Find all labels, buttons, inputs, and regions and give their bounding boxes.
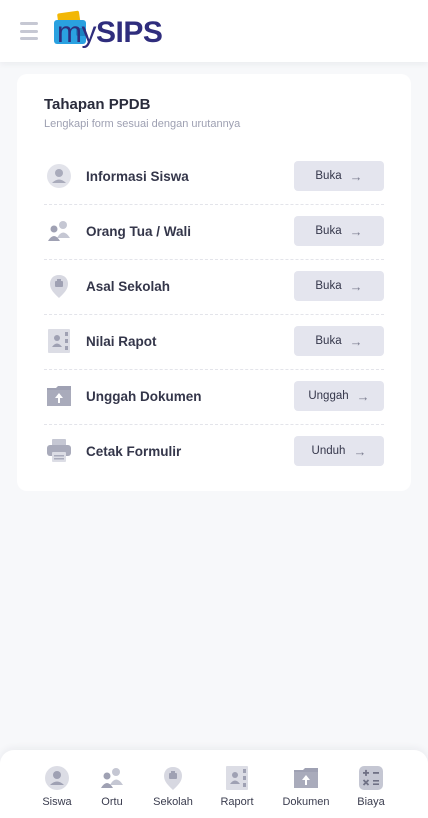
printer-icon [46, 438, 72, 464]
nav-label: Ortu [101, 796, 123, 808]
school-badge-icon [159, 764, 187, 792]
logo-my: my [57, 16, 97, 49]
arrow-right-icon: → [349, 278, 363, 294]
arrow-right-icon: → [349, 223, 363, 239]
nav-label: Dokumen [282, 796, 330, 808]
school-badge-icon [46, 273, 72, 299]
button-label: Buka [315, 170, 342, 182]
top-bar: mySIPS [0, 0, 428, 62]
step-label: Orang Tua / Wali [86, 224, 192, 239]
step-label: Nilai Rapot [86, 334, 157, 349]
ppdb-steps-card: Tahapan PPDB Lengkapi form sesuai dengan… [17, 74, 411, 491]
step-label: Unggah Dokumen [86, 389, 202, 404]
user-icon [46, 163, 72, 189]
logo-text: mySIPS [57, 16, 163, 50]
report-book-icon [223, 764, 251, 792]
nav-item-dokumen[interactable]: Dokumen [276, 764, 336, 812]
open-nilai-rapot-button[interactable]: Buka → [294, 326, 384, 356]
nav-item-raport[interactable]: Raport [207, 764, 267, 812]
upload-folder-icon [46, 383, 72, 409]
logo-sips: SIPS [96, 16, 163, 49]
button-label: Unggah [308, 390, 349, 402]
calculator-icon [357, 764, 385, 792]
card-subtitle: Lengkapi form sesuai dengan urutannya [44, 118, 241, 130]
button-label: Unduh [311, 445, 346, 457]
nav-label: Raport [220, 796, 254, 808]
step-label: Asal Sekolah [86, 279, 171, 294]
arrow-right-icon: → [353, 443, 367, 459]
button-label: Buka [315, 280, 342, 292]
unduh-formulir-button[interactable]: Unduh → [294, 436, 384, 466]
nav-label: Sekolah [153, 796, 193, 808]
nav-label: Biaya [357, 796, 385, 808]
user-icon [43, 764, 71, 792]
step-nilai-rapot: Nilai Rapot Buka → [44, 315, 384, 370]
hamburger-icon[interactable] [20, 22, 38, 40]
bottom-nav: Siswa Ortu Sekolah Raport Dokumen Biaya [0, 750, 428, 818]
upload-folder-icon [292, 764, 320, 792]
step-unggah-dokumen: Unggah Dokumen Unggah → [44, 370, 384, 425]
open-informasi-siswa-button[interactable]: Buka → [294, 161, 384, 191]
step-label: Cetak Formulir [86, 444, 182, 459]
step-asal-sekolah: Asal Sekolah Buka → [44, 260, 384, 315]
step-orang-tua-wali: Orang Tua / Wali Buka → [44, 205, 384, 260]
nav-item-ortu[interactable]: Ortu [82, 764, 142, 812]
report-book-icon [46, 328, 72, 354]
upload-dokumen-button[interactable]: Unggah → [294, 381, 384, 411]
open-asal-sekolah-button[interactable]: Buka → [294, 271, 384, 301]
step-cetak-formulir: Cetak Formulir Unduh → [44, 425, 384, 480]
parents-icon [46, 218, 72, 244]
arrow-right-icon: → [349, 333, 363, 349]
arrow-right-icon: → [349, 168, 363, 184]
parents-icon [98, 764, 126, 792]
nav-label: Siswa [42, 796, 72, 808]
nav-item-biaya[interactable]: Biaya [341, 764, 401, 812]
step-list: Informasi Siswa Buka → Orang Tua / Wali … [44, 150, 384, 480]
open-orang-tua-button[interactable]: Buka → [294, 216, 384, 246]
nav-item-siswa[interactable]: Siswa [27, 764, 87, 812]
step-label: Informasi Siswa [86, 169, 189, 184]
app-logo[interactable]: mySIPS [52, 10, 182, 50]
button-label: Buka [315, 335, 342, 347]
button-label: Buka [315, 225, 342, 237]
nav-item-sekolah[interactable]: Sekolah [143, 764, 203, 812]
card-title: Tahapan PPDB [44, 96, 151, 113]
step-informasi-siswa: Informasi Siswa Buka → [44, 150, 384, 205]
arrow-right-icon: → [356, 388, 370, 404]
